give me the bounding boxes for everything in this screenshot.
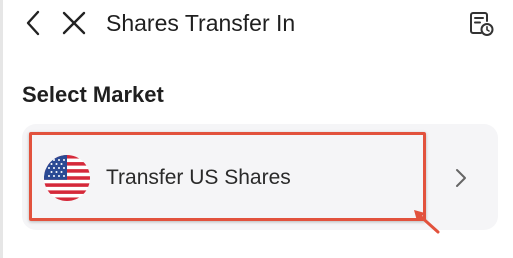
back-button[interactable] — [20, 8, 46, 38]
records-history-icon — [470, 12, 494, 36]
chevron-right-icon — [456, 169, 466, 187]
page-title: Shares Transfer In — [106, 10, 296, 36]
close-button[interactable] — [58, 8, 90, 38]
us-flag-icon — [44, 155, 90, 201]
section-title: Select Market — [22, 82, 164, 107]
top-nav-bar: Shares Transfer In — [0, 0, 513, 48]
close-icon — [62, 11, 86, 35]
market-option-label: Transfer US Shares — [106, 166, 291, 189]
back-arrow-icon — [26, 10, 40, 36]
records-button[interactable] — [466, 9, 496, 39]
